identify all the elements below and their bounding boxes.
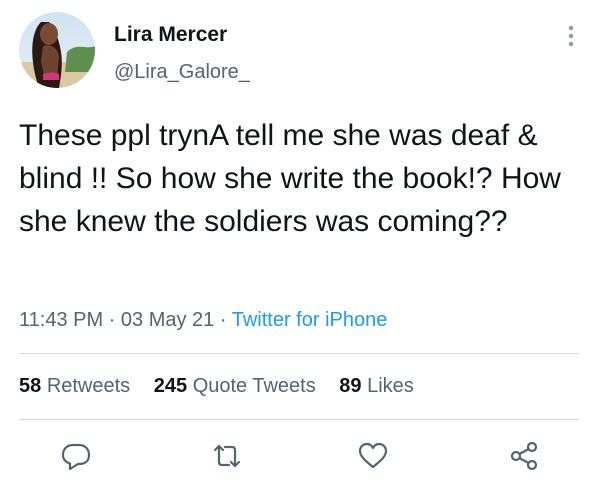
tweet-text: These ppl trynA tell me she was deaf & b…: [19, 119, 561, 238]
meta-separator: ·: [103, 309, 121, 331]
like-icon[interactable]: [357, 440, 389, 472]
display-name[interactable]: Lira Mercer: [114, 23, 227, 47]
retweets-label: Retweets: [46, 375, 131, 397]
likes-count: 89: [339, 375, 362, 397]
tweet-stats: 58 Retweets 245 Quote Tweets 89 Likes: [19, 375, 432, 398]
quote-tweets-count: 245: [153, 375, 188, 397]
likes-stat[interactable]: 89 Likes: [339, 375, 414, 397]
divider: [19, 419, 579, 420]
user-handle[interactable]: @Lira_Galore_: [114, 61, 250, 84]
avatar-image: [19, 12, 95, 88]
reply-icon[interactable]: [60, 440, 92, 472]
tweet-date[interactable]: 03 May 21: [121, 309, 214, 331]
quote-tweets-stat[interactable]: 245 Quote Tweets: [154, 375, 316, 397]
quote-tweets-label: Quote Tweets: [192, 375, 316, 397]
retweets-stat[interactable]: 58 Retweets: [19, 375, 130, 397]
tweet-source-link[interactable]: Twitter for iPhone: [232, 309, 388, 331]
avatar[interactable]: [19, 12, 95, 88]
retweets-count: 58: [19, 375, 42, 397]
tweet-time[interactable]: 11:43 PM: [19, 309, 103, 331]
more-vertical-icon[interactable]: [560, 24, 582, 48]
divider: [19, 353, 579, 354]
meta-separator: ·: [214, 309, 232, 331]
retweet-icon[interactable]: [211, 440, 243, 472]
tweet-meta: 11:43 PM · 03 May 21 · Twitter for iPhon…: [19, 309, 387, 332]
share-icon[interactable]: [508, 440, 540, 472]
likes-label: Likes: [367, 375, 414, 397]
